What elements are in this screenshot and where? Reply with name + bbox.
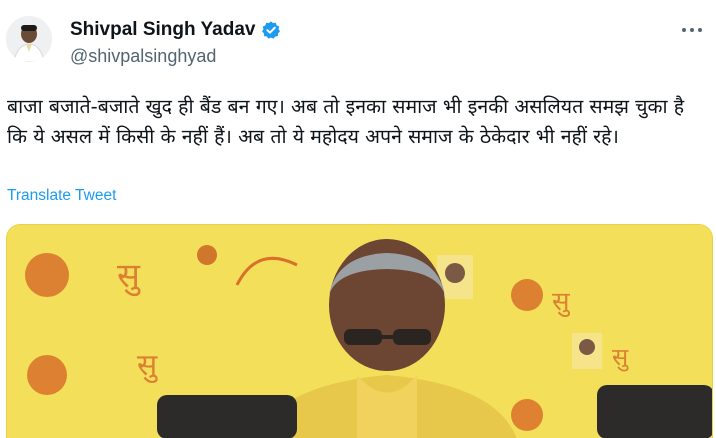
- name-row: Shivpal Singh Yadav: [70, 16, 281, 44]
- svg-text:सु: सु: [117, 256, 141, 297]
- more-dot: [698, 28, 702, 32]
- author-block: Shivpal Singh Yadav @shivpalsinghyad: [70, 16, 281, 67]
- avatar[interactable]: [6, 16, 52, 62]
- svg-text:सु: सु: [137, 348, 158, 384]
- more-options-icon[interactable]: [678, 20, 706, 40]
- more-dot: [682, 28, 686, 32]
- verified-badge-icon: [261, 20, 281, 40]
- tweet-text: बाजा बजाते-बजाते खुद ही बैंड बन गए। अब त…: [7, 95, 691, 148]
- tweet-media-video[interactable]: सु सु सु सु: [6, 224, 713, 438]
- more-dot: [690, 28, 694, 32]
- avatar-image: [6, 16, 52, 62]
- svg-text:सु: सु: [612, 343, 629, 372]
- svg-text:सु: सु: [552, 287, 571, 317]
- video-frame-image: सु सु सु सु: [7, 225, 712, 438]
- author-handle[interactable]: @shivpalsinghyad: [70, 46, 281, 67]
- tweet-header: Shivpal Singh Yadav @shivpalsinghyad: [0, 0, 716, 80]
- translate-tweet-link[interactable]: Translate Tweet: [7, 187, 116, 205]
- author-display-name[interactable]: Shivpal Singh Yadav: [70, 19, 256, 41]
